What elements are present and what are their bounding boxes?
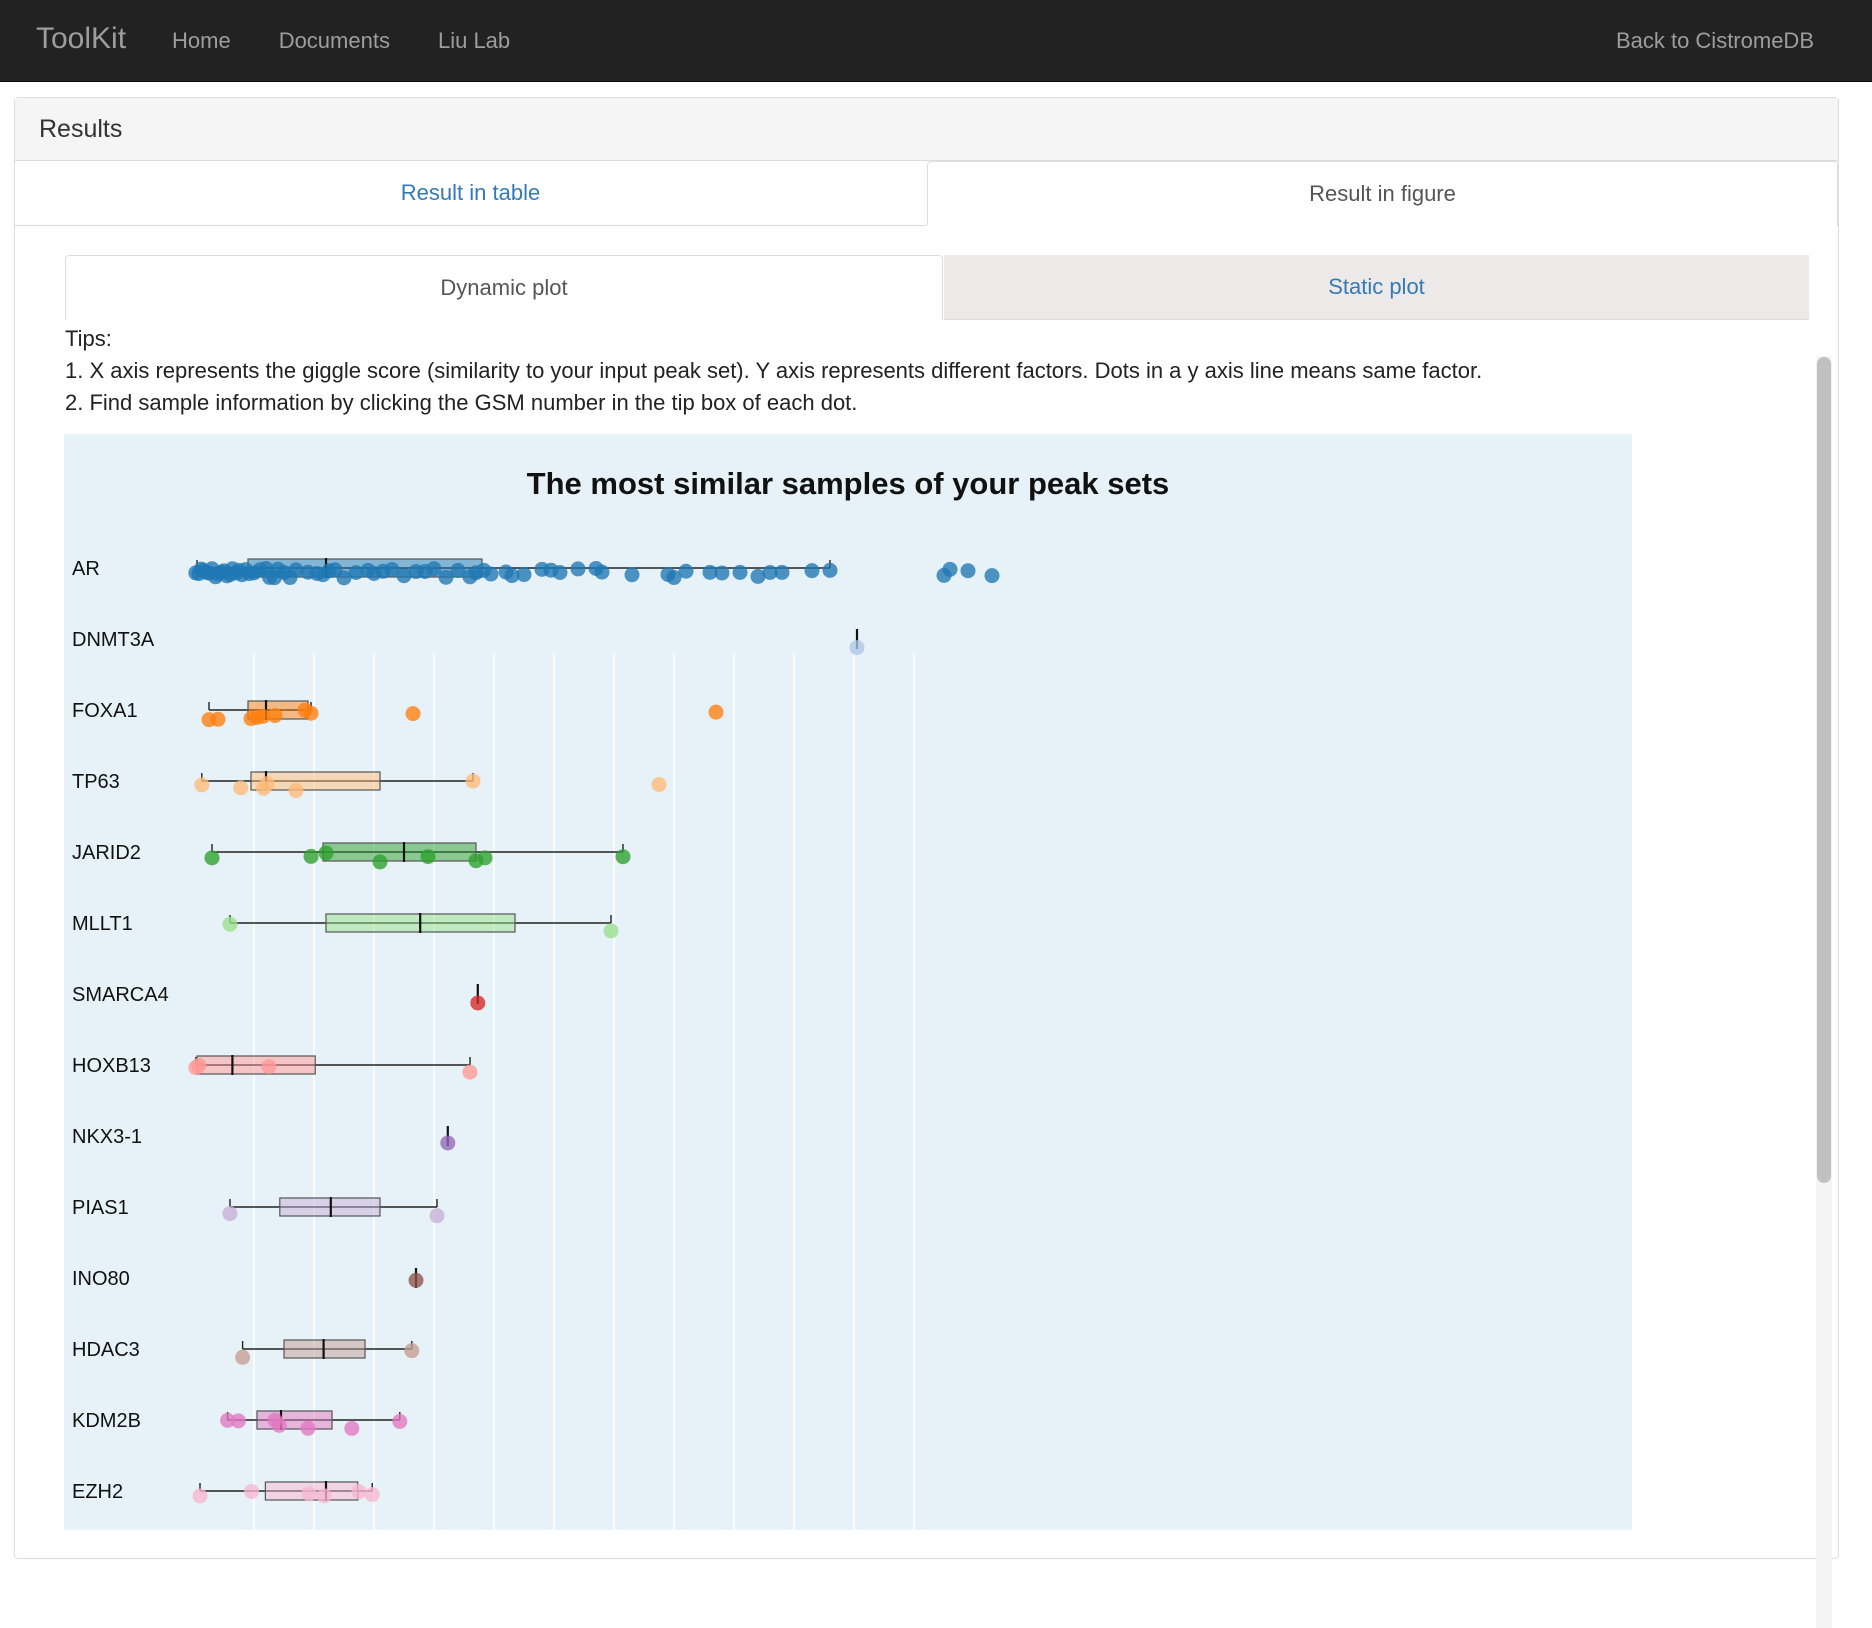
y-axis-label: JARID2 [72, 842, 141, 864]
y-axis-label: HDAC3 [72, 1339, 140, 1361]
tips-line-2: 2. Find sample information by clicking t… [65, 390, 858, 415]
data-point [483, 566, 499, 582]
panel-title: Results [39, 115, 123, 143]
data-point [288, 783, 304, 799]
data-point [230, 1413, 246, 1429]
data-point [942, 561, 958, 577]
y-axis-label: HOXB13 [72, 1055, 151, 1077]
data-point [429, 1208, 445, 1224]
data-point [440, 1135, 456, 1151]
data-point [477, 850, 493, 866]
data-point [615, 849, 631, 865]
data-point [267, 708, 283, 724]
tips-heading: Tips: [65, 326, 112, 351]
y-axis-label: FOXA1 [72, 700, 138, 722]
data-point [210, 711, 226, 727]
plot-tabs: Dynamic plot Static plot [65, 255, 1809, 321]
data-point [300, 1420, 316, 1436]
box-iqr [196, 1055, 316, 1075]
data-point [204, 850, 220, 866]
data-point [470, 995, 486, 1011]
data-point [303, 705, 319, 721]
data-point [404, 1343, 420, 1359]
data-point [392, 1413, 408, 1429]
data-point [462, 1064, 478, 1080]
y-axis-label: SMARCA4 [72, 984, 169, 1006]
data-point [678, 563, 694, 579]
data-point [732, 564, 748, 580]
data-point [822, 562, 838, 578]
data-point [244, 1484, 260, 1500]
y-axis-label: INO80 [72, 1268, 130, 1290]
data-point [364, 1487, 380, 1503]
data-point [984, 568, 1000, 584]
y-axis-label: NKX3-1 [72, 1126, 142, 1148]
data-point [516, 567, 532, 583]
navbar: ToolKit Home Documents Liu Lab Back to C… [0, 0, 1872, 82]
data-point [960, 563, 976, 579]
data-point [465, 773, 481, 789]
y-axis-label: KDM2B [72, 1410, 141, 1432]
chart-svg: AR DNMT3A FOXA1 TP63 JARID2 MLLT1 SMARCA4 HOXB1… [72, 558, 1000, 1530]
data-point [408, 1272, 424, 1288]
data-point [420, 849, 436, 865]
data-point [351, 1484, 367, 1500]
data-point [624, 567, 640, 583]
y-axis-label: TP63 [72, 771, 120, 793]
data-point [303, 848, 319, 864]
nav-links: Home Documents Liu Lab [172, 28, 510, 54]
tips-line-1: 1. X axis represents the giggle score (s… [65, 358, 1483, 383]
data-point [233, 780, 249, 796]
data-point [222, 1206, 238, 1222]
data-point [714, 565, 730, 581]
tab-result-in-figure[interactable]: Result in figure [927, 161, 1838, 226]
data-point [259, 776, 275, 792]
nav-link-back-to-cistromedb[interactable]: Back to CistromeDB [1616, 28, 1814, 54]
tab-result-in-table[interactable]: Result in table [15, 161, 926, 226]
data-point [849, 640, 865, 656]
y-axis-label: DNMT3A [72, 629, 155, 651]
data-point [552, 565, 568, 581]
result-tabs: Result in table Result in figure [15, 161, 1838, 227]
y-axis-label: EZH2 [72, 1481, 123, 1503]
brand-logo[interactable]: ToolKit [36, 22, 126, 56]
box-iqr [322, 842, 477, 862]
data-point [344, 1420, 360, 1436]
tab-dynamic-plot[interactable]: Dynamic plot [65, 255, 943, 320]
data-point [594, 564, 610, 580]
data-point [318, 845, 334, 861]
data-point [192, 1488, 208, 1504]
data-point [194, 777, 210, 793]
panel-heading: Results [15, 98, 1838, 161]
data-point [651, 777, 667, 793]
data-point [261, 1059, 277, 1075]
data-point [222, 916, 238, 932]
data-point [191, 1057, 207, 1073]
data-point [271, 1417, 287, 1433]
data-point [301, 1486, 317, 1502]
data-point [316, 1488, 332, 1504]
data-point [405, 706, 421, 722]
y-axis-label: AR [72, 558, 100, 580]
data-point [804, 563, 820, 579]
tab-static-plot[interactable]: Static plot [944, 255, 1809, 320]
nav-link-documents[interactable]: Documents [279, 28, 390, 54]
data-point [603, 923, 619, 939]
tips-text: Tips: 1. X axis represents the giggle sc… [65, 323, 1482, 419]
y-axis-label: MLLT1 [72, 913, 133, 935]
data-point [570, 561, 586, 577]
scrollbar-thumb[interactable] [1817, 357, 1831, 1183]
data-point [774, 564, 790, 580]
data-point [372, 854, 388, 870]
nav-link-liu-lab[interactable]: Liu Lab [438, 28, 510, 54]
data-point [235, 1349, 251, 1365]
data-point [708, 704, 724, 720]
y-axis-label: PIAS1 [72, 1197, 129, 1219]
nav-link-home[interactable]: Home [172, 28, 231, 54]
